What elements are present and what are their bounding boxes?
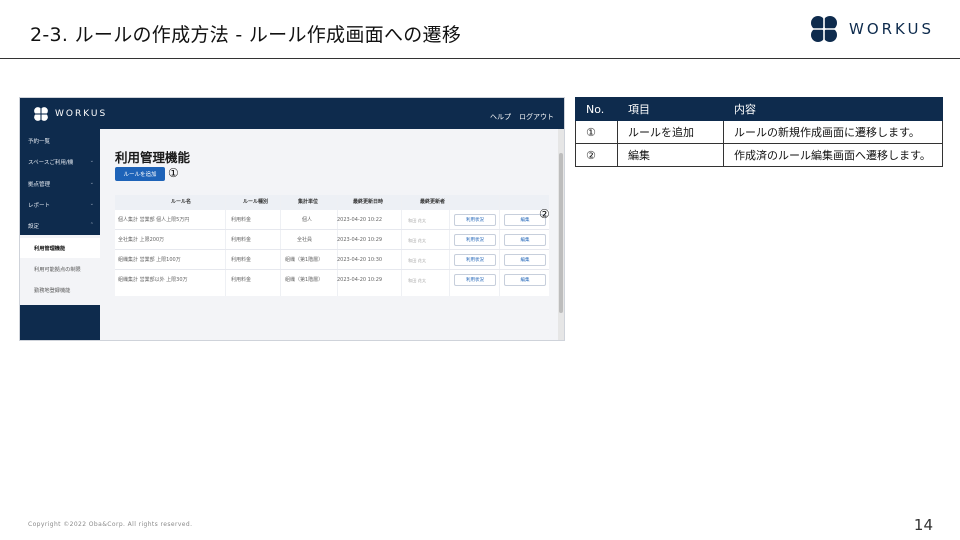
usage-status-button[interactable]: 利用状況 (454, 214, 496, 226)
usage-status-button[interactable]: 利用状況 (454, 234, 496, 246)
callout-marker-1: ① (168, 166, 179, 180)
rule-type-cell: 利用料金 (231, 217, 252, 223)
row-content: ルールの新規作成画面に遷移します。 (723, 120, 943, 144)
updated-at-cell: 2023-04-20 10:30 (337, 257, 383, 263)
chevron-up-icon: ⌃ (89, 222, 94, 228)
slide-title: 2-3. ルールの作成方法 - ルール作成画面への遷移 (30, 24, 462, 46)
table-row: 全社集計 上限200万 利用料金 全社員 2023-04-20 10:29 和田… (115, 230, 549, 250)
logout-link[interactable]: ログアウト (519, 112, 554, 122)
row-item: ルールを追加 (617, 120, 724, 144)
logo-text: WORKUS (849, 20, 934, 38)
column-header-rule-type: ルール種別 (243, 199, 269, 205)
column-header-aggregation-unit: 集計単位 (298, 199, 319, 205)
edit-button[interactable]: 編集 (504, 234, 546, 246)
app-sidebar: 予約一覧 スペースご利用/機 ⌄ 拠点管理 ⌄ レポート ⌄ 設定 ⌃ 利用管理… (20, 129, 100, 340)
app-logo-text: WORKUS (55, 109, 108, 119)
chevron-down-icon: ⌄ (89, 201, 94, 207)
app-logo: WORKUS (32, 105, 107, 123)
updated-at-cell: 2023-04-20 10:29 (337, 277, 383, 283)
unit-cell: 個人 (302, 217, 313, 223)
updated-by-cell: 和田 花太 (408, 257, 427, 263)
description-table-header: No. 項目 内容 (575, 97, 943, 121)
clover-logo-icon (811, 16, 837, 42)
header-divider (0, 58, 960, 59)
header-no: No. (575, 97, 618, 121)
clover-logo-icon (34, 107, 48, 121)
description-table: No. 項目 内容 ① ルールを追加 ルールの新規作成画面に遷移します。 ② 編… (575, 97, 943, 167)
updated-by-cell: 和田 花太 (408, 277, 427, 283)
scrollbar-thumb[interactable] (559, 153, 563, 313)
edit-button[interactable]: 編集 (504, 254, 546, 266)
usage-status-button[interactable]: 利用状況 (454, 274, 496, 286)
sidebar-item-settings[interactable]: 設定 (28, 222, 39, 230)
row-content: 作成済のルール編集画面へ遷移します。 (723, 143, 943, 167)
table-row: 個人集計 営業部 個人上限5万円 利用料金 個人 2023-04-20 10:2… (115, 210, 549, 230)
unit-cell: 組織（第1階層） (285, 277, 324, 283)
updated-at-cell: 2023-04-20 10:22 (337, 217, 383, 223)
rule-name-cell: 組織集計 営業部以外 上限30万 (118, 277, 188, 283)
submenu-usage-management[interactable]: 利用管理機能 (34, 245, 65, 252)
usage-status-button[interactable]: 利用状況 (454, 254, 496, 266)
row-item: 編集 (617, 143, 724, 167)
page-heading: 利用管理機能 (115, 150, 191, 165)
description-row: ② 編集 作成済のルール編集画面へ遷移します。 (575, 143, 943, 167)
copyright-text: Copyright ©2022 Oba&Corp. All rights res… (28, 521, 193, 528)
app-scrollbar[interactable] (558, 129, 564, 340)
header-content: 内容 (723, 97, 943, 121)
chevron-down-icon: ⌄ (89, 180, 94, 186)
app-top-links: ヘルプ ログアウト (490, 112, 554, 122)
rule-name-cell: 全社集計 上限200万 (118, 237, 165, 243)
submenu-workplace-registration[interactable]: 勤務地登録機能 (34, 287, 70, 294)
row-no: ② (575, 143, 618, 167)
rule-type-cell: 利用料金 (231, 257, 252, 263)
app-main: 利用管理機能 ルールを追加 ① ルール名 ルール種別 集計単位 最終更新日時 最… (100, 129, 560, 340)
unit-cell: 組織（第1階層） (285, 257, 324, 263)
settings-submenu: 利用管理機能 利用可能拠点の制限 勤務地登録機能 (20, 235, 100, 305)
row-no: ① (575, 120, 618, 144)
edit-button[interactable]: 編集 (504, 274, 546, 286)
app-screenshot: WORKUS ヘルプ ログアウト 予約一覧 スペースご利用/機 ⌄ 拠点管理 ⌄… (19, 97, 565, 341)
table-header: ルール名 ルール種別 集計単位 最終更新日時 最終更新者 (115, 195, 549, 210)
chevron-down-icon: ⌄ (89, 158, 94, 164)
rule-type-cell: 利用料金 (231, 237, 252, 243)
app-topbar: WORKUS ヘルプ ログアウト (20, 98, 564, 129)
rule-name-cell: 個人集計 営業部 個人上限5万円 (118, 217, 190, 223)
updated-at-cell: 2023-04-20 10:29 (337, 237, 383, 243)
add-rule-button[interactable]: ルールを追加 (115, 167, 165, 181)
rules-table: ルール名 ルール種別 集計単位 最終更新日時 最終更新者 個人集計 営業部 個人… (115, 195, 549, 296)
column-header-updated-by: 最終更新者 (420, 199, 446, 205)
callout-marker-2: ② (539, 207, 550, 221)
table-row: 組織集計 営業部 上限100万 利用料金 組織（第1階層） 2023-04-20… (115, 250, 549, 270)
sidebar-item-reservations[interactable]: 予約一覧 (28, 137, 50, 145)
sidebar-item-space-usage[interactable]: スペースご利用/機 (28, 158, 73, 166)
submenu-location-restriction[interactable]: 利用可能拠点の制限 (34, 266, 81, 273)
rule-type-cell: 利用料金 (231, 277, 252, 283)
header-item: 項目 (617, 97, 724, 121)
updated-by-cell: 和田 花太 (408, 237, 427, 243)
rule-name-cell: 組織集計 営業部 上限100万 (118, 257, 181, 263)
help-link[interactable]: ヘルプ (490, 112, 511, 122)
workus-logo: WORKUS (807, 12, 934, 46)
sidebar-item-reports[interactable]: レポート (28, 201, 50, 209)
sidebar-item-locations[interactable]: 拠点管理 (28, 180, 50, 188)
column-header-rule-name: ルール名 (171, 199, 192, 205)
table-row: 組織集計 営業部以外 上限30万 利用料金 組織（第1階層） 2023-04-2… (115, 270, 549, 290)
page-number: 14 (913, 516, 933, 534)
unit-cell: 全社員 (297, 237, 313, 243)
column-header-updated-at: 最終更新日時 (353, 199, 384, 205)
updated-by-cell: 和田 花太 (408, 217, 427, 223)
description-row: ① ルールを追加 ルールの新規作成画面に遷移します。 (575, 120, 943, 144)
